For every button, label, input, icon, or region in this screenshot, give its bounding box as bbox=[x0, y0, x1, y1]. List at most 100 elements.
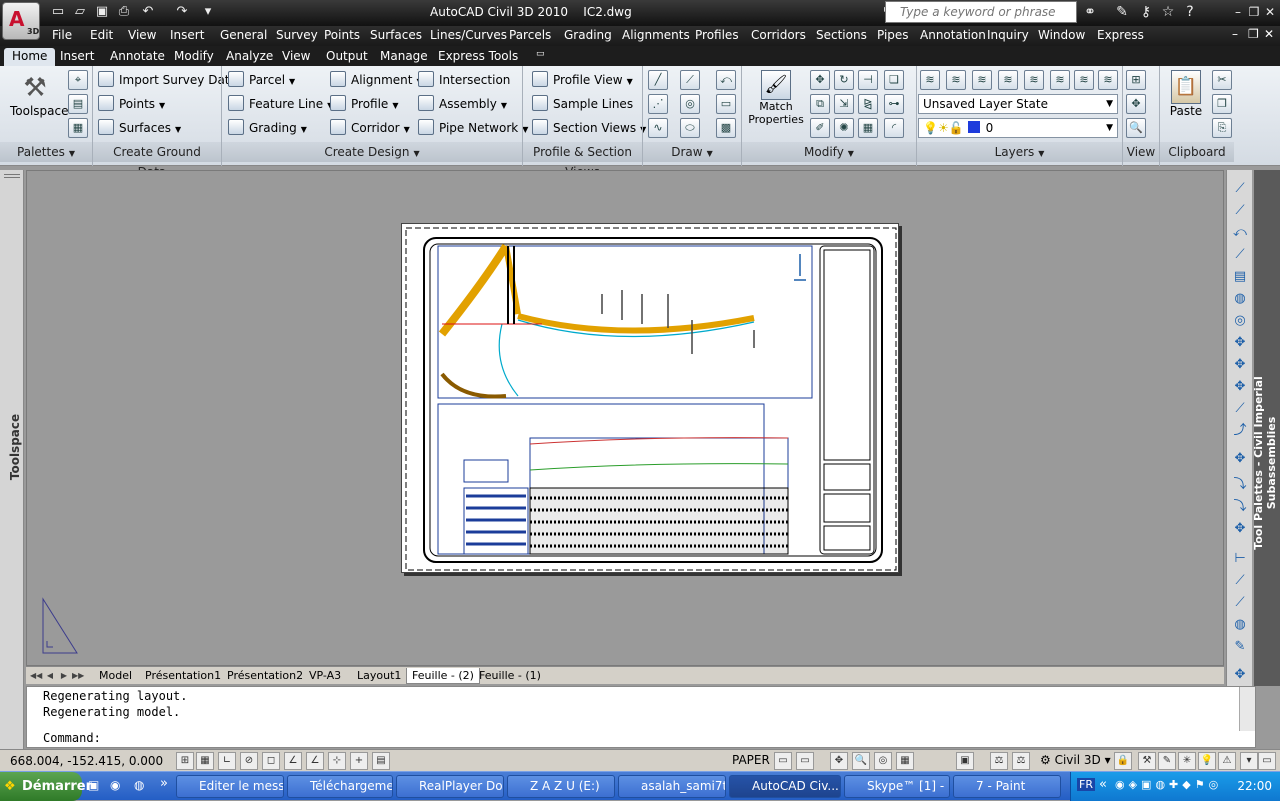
taskbar-item[interactable]: Z A Z U (E:) bbox=[507, 775, 615, 798]
copy-icon[interactable]: ❏ bbox=[884, 70, 904, 90]
subassembly-icon[interactable]: ◍ bbox=[1231, 616, 1249, 634]
binoculars-icon[interactable]: ⚭ bbox=[1080, 3, 1100, 21]
menu-view[interactable]: View bbox=[128, 28, 156, 42]
zoom-status-icon[interactable]: 🔍 bbox=[852, 752, 870, 770]
tab-presentation1[interactable]: Présentation1 bbox=[140, 668, 226, 684]
construction-line-icon[interactable]: ⋰ bbox=[648, 94, 668, 114]
hatch-icon[interactable]: ▩ bbox=[716, 118, 736, 138]
doc-minimize-icon[interactable]: – bbox=[1232, 27, 1238, 41]
help-icon[interactable]: ? bbox=[1180, 3, 1200, 21]
corridor-button[interactable]: Corridor ▼ bbox=[330, 118, 410, 138]
search-field[interactable] bbox=[885, 1, 1080, 23]
first-tab-icon[interactable]: ◀◀ bbox=[30, 669, 42, 683]
menu-file[interactable]: File bbox=[52, 28, 72, 42]
subassembly-icon[interactable]: ✥ bbox=[1231, 356, 1249, 374]
menu-express[interactable]: Express bbox=[1097, 28, 1144, 42]
next-tab-icon[interactable]: ▶ bbox=[58, 669, 70, 683]
tab-vp-a3[interactable]: VP-A3 bbox=[304, 668, 346, 684]
tab-layout1[interactable]: Layout1 bbox=[352, 668, 406, 684]
subassembly-icon[interactable]: ⟋ bbox=[1231, 180, 1249, 198]
subassembly-icon[interactable]: ✎ bbox=[1231, 638, 1249, 656]
menu-alignments[interactable]: Alignments bbox=[622, 28, 690, 42]
subassembly-icon[interactable]: ⤵ bbox=[1231, 498, 1249, 516]
toolspace-label[interactable]: Toolspace bbox=[8, 402, 22, 492]
start-button[interactable]: ❖ Démarrer bbox=[0, 772, 92, 801]
maximize-viewport-icon[interactable]: ▣ bbox=[956, 752, 974, 770]
sample-lines-button[interactable]: Sample Lines bbox=[532, 94, 633, 114]
ellipse-icon[interactable]: ⬭ bbox=[680, 118, 700, 138]
tab-express-tools[interactable]: Express Tools bbox=[430, 48, 526, 66]
quicklaunch-icon[interactable]: ▣ bbox=[88, 778, 99, 792]
subassembly-icon[interactable]: ⟋ bbox=[1231, 572, 1249, 590]
dyn-icon[interactable]: ⊹ bbox=[328, 752, 346, 770]
layer-freeze-icon[interactable]: ≋ bbox=[998, 70, 1018, 90]
clean-screen-icon[interactable]: ▭ bbox=[1258, 752, 1276, 770]
menu-pipes[interactable]: Pipes bbox=[877, 28, 909, 42]
grid-icon[interactable]: ▦ bbox=[196, 752, 214, 770]
command-scrollbar[interactable] bbox=[1239, 687, 1255, 731]
paper-sheet[interactable] bbox=[401, 223, 899, 573]
osnap-icon[interactable]: ◻ bbox=[262, 752, 280, 770]
isolate-objects-icon[interactable]: ✳ bbox=[1178, 752, 1196, 770]
search-input[interactable] bbox=[900, 2, 1080, 22]
subassembly-icon[interactable]: ◍ bbox=[1231, 290, 1249, 308]
hardware-acceleration-icon[interactable]: ✎ bbox=[1158, 752, 1176, 770]
line-icon[interactable]: ╱ bbox=[648, 70, 668, 90]
tab-modify[interactable]: Modify bbox=[166, 48, 222, 66]
last-tab-icon[interactable]: ▶▶ bbox=[72, 669, 84, 683]
grip-handle[interactable] bbox=[4, 174, 20, 178]
subassembly-icon[interactable]: ✥ bbox=[1231, 520, 1249, 538]
redo-icon[interactable]: ↷ bbox=[172, 3, 192, 21]
rotate-icon[interactable]: ↻ bbox=[834, 70, 854, 90]
tab-insert[interactable]: Insert bbox=[52, 48, 102, 66]
tab-output[interactable]: Output bbox=[318, 48, 376, 66]
toolspace-button[interactable]: ⚒ Toolspace bbox=[10, 72, 69, 134]
import-survey-data-button[interactable]: Import Survey Data bbox=[98, 70, 237, 90]
ribbon-minimize-icon[interactable]: ▭ bbox=[528, 48, 553, 66]
favorites-icon[interactable]: ☆ bbox=[1158, 3, 1178, 21]
qat-dropdown-icon[interactable]: ▾ bbox=[198, 3, 218, 21]
pipe-network-button[interactable]: Pipe Network ▼ bbox=[418, 118, 528, 138]
profile-button[interactable]: Profile ▼ bbox=[330, 94, 398, 114]
command-prompt[interactable]: Command: bbox=[43, 731, 101, 745]
language-indicator[interactable]: FR bbox=[1077, 778, 1095, 791]
explode-icon[interactable]: ✺ bbox=[834, 118, 854, 138]
tab-feuille-2[interactable]: Feuille - (2) bbox=[406, 668, 480, 684]
layer-previous-icon[interactable]: ≋ bbox=[1074, 70, 1094, 90]
create-design-panel-title[interactable]: Create Design ▼ bbox=[222, 142, 522, 162]
menu-edit[interactable]: Edit bbox=[90, 28, 113, 42]
palettes-panel-title[interactable]: Palettes ▼ bbox=[0, 142, 92, 162]
paper-space-toggle[interactable]: PAPER bbox=[732, 753, 770, 767]
print-icon[interactable]: ⎙ bbox=[114, 3, 134, 21]
quicklaunch-icon[interactable]: ◍ bbox=[134, 778, 144, 792]
mirror-icon[interactable]: ⧎ bbox=[858, 94, 878, 114]
trim-icon[interactable]: ⊣ bbox=[858, 70, 878, 90]
quicklaunch-icon[interactable]: ◉ bbox=[110, 778, 120, 792]
tab-annotate[interactable]: Annotate bbox=[102, 48, 173, 66]
menu-surfaces[interactable]: Surfaces bbox=[370, 28, 422, 42]
layer-match-icon[interactable]: ≋ bbox=[1050, 70, 1070, 90]
layer-lock-icon[interactable]: ≋ bbox=[1024, 70, 1044, 90]
subassembly-icon[interactable]: ✥ bbox=[1231, 334, 1249, 352]
taskbar-item[interactable]: 7 - Paint bbox=[953, 775, 1061, 798]
snap-icon[interactable]: ⊞ bbox=[176, 752, 194, 770]
prev-tab-icon[interactable]: ◀ bbox=[44, 669, 56, 683]
tab-view[interactable]: View bbox=[274, 48, 318, 66]
layers-panel-title[interactable]: Layers ▼ bbox=[917, 142, 1122, 162]
match-paste-icon[interactable]: ⎘ bbox=[1212, 118, 1232, 138]
lineweight-icon[interactable]: + bbox=[350, 752, 368, 770]
menu-points[interactable]: Points bbox=[324, 28, 360, 42]
fillet-icon[interactable]: ◜ bbox=[884, 118, 904, 138]
menu-grading[interactable]: Grading bbox=[564, 28, 612, 42]
taskbar-item[interactable]: Téléchargeme... bbox=[287, 775, 393, 798]
quick-view-layouts-icon[interactable]: ▭ bbox=[774, 752, 792, 770]
surfaces-button[interactable]: Surfaces ▼ bbox=[98, 118, 181, 138]
subassembly-icon[interactable]: ◎ bbox=[1231, 312, 1249, 330]
doc-close-icon[interactable]: ✕ bbox=[1264, 27, 1274, 41]
coordinates-readout[interactable]: 668.004, -152.415, 0.000 bbox=[10, 754, 163, 768]
polyline-icon[interactable]: ⟋ bbox=[680, 70, 700, 90]
break-icon[interactable]: ⊶ bbox=[884, 94, 904, 114]
settings-icon[interactable]: ▤ bbox=[68, 94, 88, 114]
modify-panel-title[interactable]: Modify ▼ bbox=[742, 142, 916, 162]
zoom-icon[interactable]: 🔍 bbox=[1126, 118, 1146, 138]
